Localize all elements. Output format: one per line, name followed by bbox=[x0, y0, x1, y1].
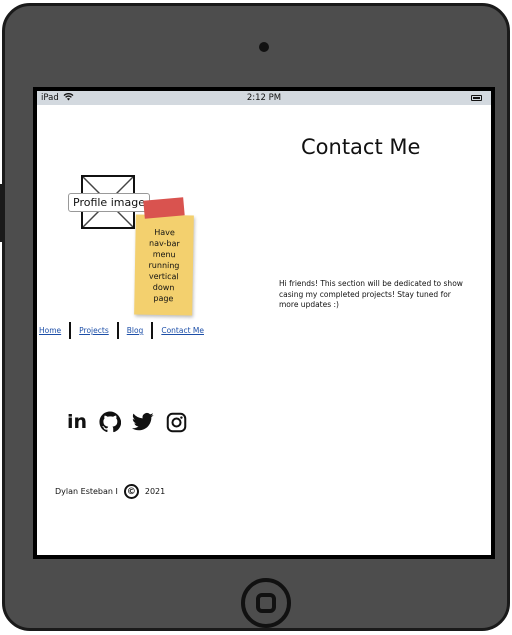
nav-link-projects[interactable]: Projects bbox=[71, 326, 117, 335]
sticky-note: Have nav-bar menu running vertical down … bbox=[134, 197, 194, 316]
nav-link-contact[interactable]: Contact Me bbox=[153, 326, 212, 335]
front-camera bbox=[259, 42, 269, 52]
status-bar: iPad 2:12 PM bbox=[37, 91, 491, 105]
footer-year: 2021 bbox=[144, 487, 166, 496]
ipad-device-frame: iPad 2:12 PM Contact Me Profile image Ha… bbox=[0, 3, 510, 631]
battery-icon bbox=[471, 95, 482, 101]
footer: Dylan Esteban I © 2021 bbox=[55, 484, 165, 499]
nav-bar: Home Projects Blog Contact Me bbox=[39, 322, 212, 339]
page-title: Contact Me bbox=[301, 135, 421, 159]
twitter-icon[interactable] bbox=[131, 410, 155, 434]
web-page: iPad 2:12 PM Contact Me Profile image Ha… bbox=[37, 91, 491, 555]
linkedin-icon[interactable]: in bbox=[65, 410, 89, 434]
home-button[interactable] bbox=[241, 578, 291, 628]
sticky-tape bbox=[143, 197, 185, 219]
copyright-icon: © bbox=[123, 484, 139, 499]
device-screen: iPad 2:12 PM Contact Me Profile image Ha… bbox=[33, 87, 495, 559]
intro-text: Hi friends! This section will be dedicat… bbox=[279, 279, 463, 309]
sticky-note-text: Have nav-bar menu running vertical down … bbox=[148, 227, 180, 304]
footer-name: Dylan Esteban I bbox=[55, 487, 118, 496]
github-icon[interactable] bbox=[98, 410, 122, 434]
nav-link-home[interactable]: Home bbox=[39, 326, 69, 335]
instagram-icon[interactable] bbox=[164, 410, 188, 434]
volume-button bbox=[0, 184, 3, 242]
status-time: 2:12 PM bbox=[246, 93, 282, 103]
social-links: in bbox=[65, 410, 188, 434]
profile-image-label: Profile image bbox=[68, 193, 150, 212]
nav-link-blog[interactable]: Blog bbox=[119, 326, 152, 335]
